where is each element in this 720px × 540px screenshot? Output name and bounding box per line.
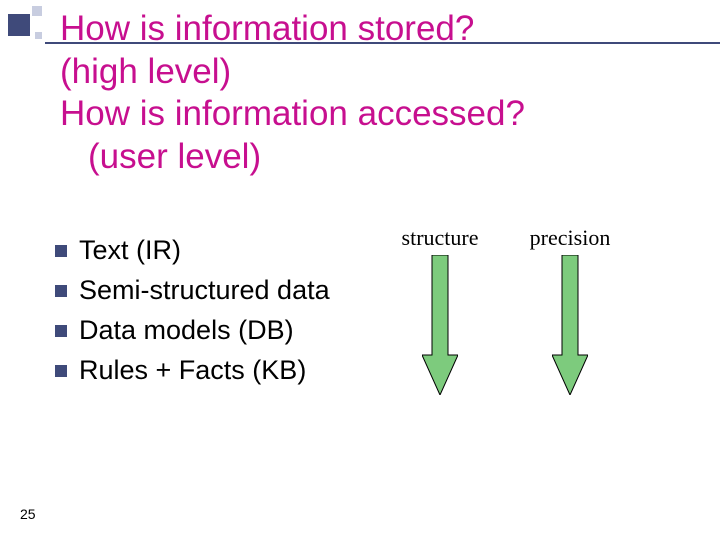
decor-square-small [32,6,42,16]
precision-label: precision [530,225,611,251]
title-line-3: How is information accessed? [60,93,690,136]
title-line-1: How is information stored? [60,8,690,51]
down-arrow-icon [552,255,588,395]
structure-label: structure [402,225,479,251]
page-number: 25 [20,506,36,522]
bullet-icon [55,365,67,377]
bullet-icon [55,285,67,297]
bullet-icon [55,325,67,337]
bullet-icon [55,245,67,257]
bullet-text: Rules + Facts (KB) [79,355,306,386]
title-line-2: (high level) [60,51,690,94]
decor-square-tiny [35,32,42,39]
bullet-text: Semi-structured data [79,275,330,306]
bullet-text: Text (IR) [79,235,181,266]
precision-arrow-group: precision [510,225,630,395]
title-line-4: (user level) [60,136,690,179]
structure-arrow-group: structure [380,225,500,395]
down-arrow-icon [422,255,458,395]
bullet-text: Data models (DB) [79,315,294,346]
slide-title: How is information stored? (high level) … [60,8,690,179]
decor-square-large [8,14,30,36]
